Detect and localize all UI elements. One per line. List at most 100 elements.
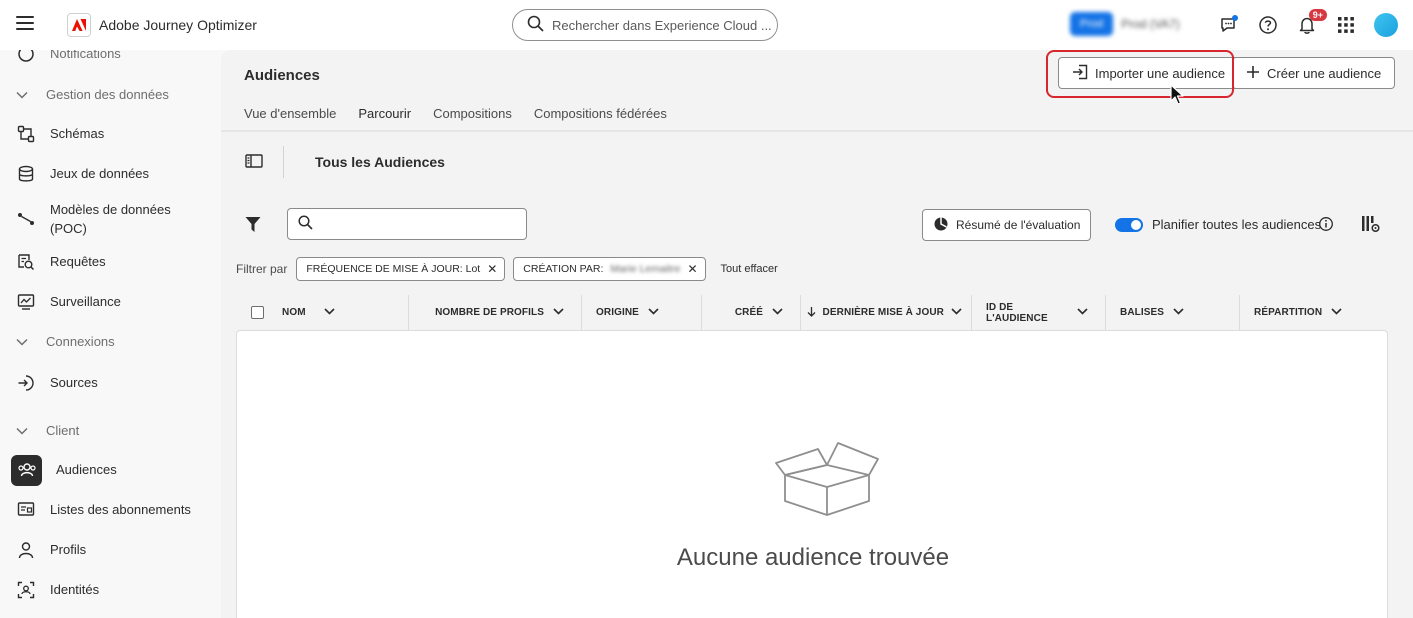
sidebar-item-label: Sources bbox=[50, 375, 98, 391]
sidebar-item-queries[interactable]: Requêtes bbox=[11, 246, 211, 278]
sidebar-group-client[interactable]: Client bbox=[16, 423, 79, 438]
filter-icon[interactable] bbox=[245, 216, 261, 236]
adobe-logo bbox=[67, 13, 91, 37]
chip-label: CRÉATION PAR: bbox=[523, 263, 604, 275]
sidebar-item-audiences[interactable]: Audiences bbox=[11, 454, 211, 486]
chevron-down-icon bbox=[553, 307, 564, 318]
feedback-icon[interactable] bbox=[1218, 14, 1240, 36]
tab-overview[interactable]: Vue d'ensemble bbox=[244, 106, 336, 132]
sidebar-item-label: Surveillance bbox=[50, 294, 121, 310]
sidebar-item-label: Schémas bbox=[50, 126, 105, 142]
apps-grid-icon[interactable] bbox=[1335, 14, 1357, 36]
sidebar-item-label: Listes des abonnements bbox=[50, 502, 191, 518]
arrow-down-icon bbox=[807, 306, 816, 320]
sidebar-item-data-models[interactable]: Modèles de données (POC) bbox=[11, 198, 211, 240]
filter-by-label: Filtrer par bbox=[236, 262, 288, 276]
column-label: RÉPARTITION bbox=[1254, 307, 1323, 318]
environment-badge: Prod bbox=[1070, 12, 1114, 36]
sidebar-group-connections[interactable]: Connexions bbox=[16, 334, 115, 349]
clear-all-filters[interactable]: Tout effacer bbox=[721, 263, 778, 275]
column-label: CRÉÉ bbox=[734, 307, 763, 318]
close-icon[interactable]: ✕ bbox=[487, 262, 497, 276]
chevron-down-icon bbox=[16, 87, 28, 102]
data-model-icon bbox=[16, 210, 36, 228]
column-audience-id[interactable]: ID DE L'AUDIENCE bbox=[972, 295, 1106, 330]
column-label: ID DE L'AUDIENCE bbox=[986, 301, 1048, 324]
search-text-field[interactable] bbox=[319, 216, 526, 232]
tab-browse[interactable]: Parcourir bbox=[358, 106, 412, 132]
main-content: Audiences Importer une audience Créer un… bbox=[221, 50, 1413, 618]
audience-search-input[interactable] bbox=[287, 208, 527, 240]
active-filters: Filtrer par FRÉQUENCE DE MISE À JOUR: Lo… bbox=[236, 257, 778, 281]
empty-state-message: Aucune audience trouvée bbox=[676, 544, 950, 571]
column-settings-icon[interactable] bbox=[1361, 214, 1381, 237]
notifications-nav-icon bbox=[16, 50, 36, 63]
highlight-annotation bbox=[1046, 50, 1234, 98]
sidebar-item-datasets[interactable]: Jeux de données bbox=[11, 158, 211, 190]
select-all-checkbox[interactable] bbox=[251, 306, 264, 319]
brand[interactable]: Adobe Journey Optimizer bbox=[67, 13, 257, 37]
panel-title: Tous les Audiences bbox=[315, 154, 445, 170]
chevron-down-icon bbox=[1077, 307, 1088, 318]
column-label: BALISES bbox=[1120, 307, 1165, 318]
sidebar-item-sources[interactable]: Sources bbox=[11, 367, 211, 399]
create-audience-label: Créer une audience bbox=[1267, 65, 1382, 81]
chevron-down-icon bbox=[1331, 307, 1342, 318]
sidebar-item-label: Identités bbox=[50, 582, 100, 598]
column-name[interactable]: NOM bbox=[237, 295, 409, 330]
sidebar-item-subscription-lists[interactable]: Listes des abonnements bbox=[11, 494, 211, 526]
filter-chip-update-frequency[interactable]: FRÉQUENCE DE MISE À JOUR: Lot ✕ bbox=[296, 257, 506, 281]
sidebar-group-label: Connexions bbox=[46, 334, 115, 349]
table-body: Aucune audience trouvée bbox=[236, 330, 1388, 618]
column-created[interactable]: CRÉÉ bbox=[702, 295, 801, 330]
page-title: Audiences bbox=[244, 67, 320, 84]
sidebar-item-schemas[interactable]: Schémas bbox=[11, 118, 211, 150]
chevron-down-icon bbox=[648, 307, 659, 318]
notification-count-badge: 9+ bbox=[1308, 9, 1327, 21]
table-header: NOM NOMBRE DE PROFILS ORIGINE CRÉÉ DERNI… bbox=[237, 295, 1387, 330]
column-last-updated[interactable]: DERNIÈRE MISE À JOUR bbox=[801, 295, 972, 330]
tab-federated-compositions[interactable]: Compositions fédérées bbox=[534, 106, 667, 132]
menu-icon[interactable] bbox=[16, 16, 34, 30]
chevron-down-icon bbox=[16, 334, 28, 349]
column-tags[interactable]: BALISES bbox=[1106, 295, 1240, 330]
search-icon bbox=[527, 15, 544, 35]
tab-bar: Vue d'ensemble Parcourir Compositions Co… bbox=[244, 106, 667, 132]
sidebar-item-profiles[interactable]: Profils bbox=[11, 534, 211, 566]
column-origin[interactable]: ORIGINE bbox=[582, 295, 702, 330]
sidebar-item-label: Requêtes bbox=[50, 254, 106, 270]
sidebar-group-label: Gestion des données bbox=[46, 87, 169, 102]
filter-chip-created-by[interactable]: CRÉATION PAR: Marie Lemaitre ✕ bbox=[513, 257, 706, 281]
sidebar-item-label: Audiences bbox=[56, 462, 117, 478]
column-profile-count[interactable]: NOMBRE DE PROFILS bbox=[409, 295, 582, 330]
user-avatar[interactable] bbox=[1374, 13, 1398, 37]
sidebar-group-data-management[interactable]: Gestion des données bbox=[16, 87, 169, 102]
schedule-all-toggle[interactable] bbox=[1115, 218, 1143, 232]
environment-switcher[interactable]: Prod Prod (VA7) bbox=[1070, 12, 1180, 36]
divider bbox=[283, 146, 284, 178]
column-breakdown[interactable]: RÉPARTITION bbox=[1240, 295, 1387, 330]
close-icon[interactable]: ✕ bbox=[687, 262, 697, 276]
chevron-down-icon bbox=[16, 423, 28, 438]
sidebar-item-notifications[interactable]: Notifications bbox=[11, 50, 211, 70]
sidebar-group-label: Client bbox=[46, 423, 80, 438]
empty-box-icon bbox=[775, 441, 879, 524]
info-icon[interactable] bbox=[1318, 216, 1334, 235]
chevron-down-icon bbox=[772, 307, 783, 318]
evaluation-summary-button[interactable]: Résumé de l'évaluation bbox=[922, 209, 1092, 241]
environment-label: Prod (VA7) bbox=[1121, 17, 1180, 31]
sidebar-item-monitoring[interactable]: Surveillance bbox=[11, 286, 211, 318]
global-search[interactable]: Rechercher dans Experience Cloud ... bbox=[512, 9, 778, 41]
database-icon bbox=[16, 165, 36, 183]
column-label: NOM bbox=[282, 307, 306, 318]
notifications-icon[interactable]: 9+ bbox=[1296, 9, 1327, 36]
sidebar-item-identities[interactable]: Identités bbox=[11, 574, 211, 606]
create-audience-button[interactable]: Créer une audience bbox=[1232, 57, 1396, 89]
sidebar: Notifications Gestion des données Schéma… bbox=[0, 50, 220, 618]
chevron-down-icon bbox=[1173, 307, 1184, 318]
tab-compositions[interactable]: Compositions bbox=[433, 106, 512, 132]
panel-toggle-icon[interactable] bbox=[245, 153, 263, 172]
mouse-cursor-icon bbox=[1170, 84, 1184, 109]
help-icon[interactable] bbox=[1257, 14, 1279, 36]
sidebar-item-label: Profils bbox=[50, 542, 87, 558]
